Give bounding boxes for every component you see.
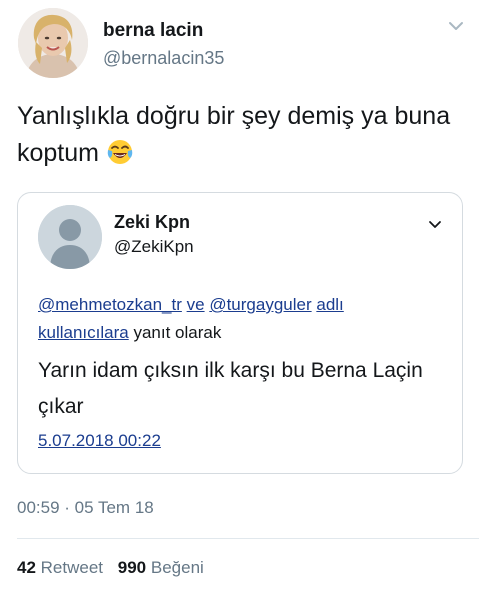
- tweet-stats: 42 Retweet 990 Beğeni: [17, 558, 214, 578]
- divider: [17, 538, 479, 539]
- likes-count: 990: [117, 558, 147, 577]
- likes-stat[interactable]: 990 Beğeni: [118, 558, 204, 578]
- chevron-down-icon[interactable]: [446, 16, 466, 36]
- quoted-tweet-card[interactable]: Zeki Kpn @ZekiKpn @mehmetozkan_tr ve @tu…: [17, 192, 463, 474]
- author-handle[interactable]: @bernalacin35: [103, 48, 224, 69]
- author-name[interactable]: berna lacin: [103, 20, 203, 42]
- reply-context: @mehmetozkan_tr ve @turgayguler adlı kul…: [38, 291, 438, 347]
- reply-suffix: yanıt olarak: [133, 323, 222, 342]
- retweets-stat[interactable]: 42 Retweet: [17, 558, 103, 578]
- tweet-body: Yanlışlıkla doğru bir şey demiş ya buna …: [17, 102, 451, 167]
- retweets-count: 42: [17, 558, 36, 577]
- reply-connector: ve: [186, 295, 205, 314]
- chevron-down-icon[interactable]: [426, 215, 444, 233]
- quoted-author-avatar[interactable]: [38, 205, 102, 269]
- quoted-author-handle[interactable]: @ZekiKpn: [114, 237, 194, 257]
- likes-label: Beğeni: [150, 558, 204, 577]
- reply-mention-link[interactable]: @turgayguler: [209, 295, 311, 314]
- tweet-timestamp: 00:59 · 05 Tem 18: [17, 498, 154, 517]
- tweet-text: Yanlışlıkla doğru bir şey demiş ya buna …: [17, 98, 467, 172]
- quoted-author-name[interactable]: Zeki Kpn: [114, 212, 190, 233]
- retweets-label: Retweet: [40, 558, 104, 577]
- tweet-header: berna lacin @bernalacin35: [0, 0, 479, 85]
- default-profile-icon: [38, 205, 102, 269]
- reply-mention-link[interactable]: @mehmetozkan_tr: [38, 295, 182, 314]
- author-avatar[interactable]: [18, 8, 88, 78]
- quoted-tweet-date[interactable]: 5.07.2018 00:22: [38, 431, 161, 451]
- laughing-tears-emoji-icon: [107, 140, 133, 164]
- quoted-tweet-text: Yarın idam çıksın ilk karşı bu Berna Laç…: [38, 359, 423, 418]
